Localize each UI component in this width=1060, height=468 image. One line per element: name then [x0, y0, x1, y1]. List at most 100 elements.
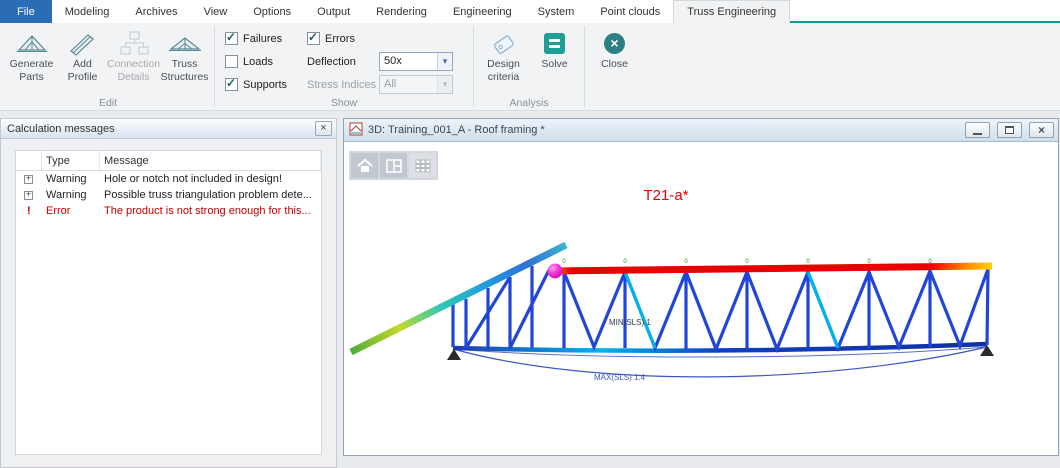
stress-indices-label: Stress Indices: [307, 79, 379, 91]
truss-structures-label: Truss Structures: [159, 58, 210, 83]
min-sls-label: MIN(SLS) 1: [609, 318, 651, 327]
design-criteria-button[interactable]: Design criteria: [478, 25, 529, 83]
message-row-warning-2[interactable]: Warning Possible truss triangulation pro…: [16, 187, 321, 203]
errors-checkbox-row[interactable]: Errors: [307, 27, 467, 50]
solve-label: Solve: [541, 58, 567, 71]
restore-icon: [1005, 126, 1014, 134]
viewport-title: 3D: Training_001_A - Roof framing *: [368, 124, 958, 136]
tab-rendering[interactable]: Rendering: [363, 0, 440, 23]
panel-close-icon[interactable]: [315, 121, 332, 136]
ribbon-group-edit: Generate Parts Add Profile Connection De…: [2, 23, 214, 110]
message-text: The product is not strong enough for thi…: [100, 205, 321, 217]
deflection-label: Deflection: [307, 56, 379, 68]
viewport-canvas[interactable]: 0 0 0 0 0 0 0 T21-a* MIN(SLS) 1 MAX(SLS)…: [344, 142, 1058, 455]
tab-file[interactable]: File: [0, 0, 52, 23]
calculation-messages-panel: Calculation messages Type Message Warnin…: [0, 118, 337, 468]
tab-truss-engineering[interactable]: Truss Engineering: [673, 0, 790, 23]
top-chord: [549, 266, 992, 271]
ribbon-group-show: Failures Loads Supports Errors: [215, 23, 473, 110]
solve-button[interactable]: Solve: [529, 25, 580, 71]
message-text: Possible truss triangulation problem det…: [100, 189, 321, 201]
stress-indices-dropdown[interactable]: All: [379, 75, 453, 94]
failures-checkbox[interactable]: [225, 32, 238, 45]
house-icon: [357, 159, 373, 173]
svg-text:0: 0: [806, 259, 810, 265]
message-row-warning-1[interactable]: Warning Hole or notch not included in de…: [16, 171, 321, 187]
tab-engineering[interactable]: Engineering: [440, 0, 525, 23]
roof-view-button[interactable]: [351, 153, 378, 178]
viewport-icon: [349, 122, 363, 139]
window-restore-button[interactable]: [997, 122, 1022, 138]
3d-view-window: 3D: Training_001_A - Roof framing *: [343, 118, 1059, 456]
messages-panel-titlebar[interactable]: Calculation messages: [1, 119, 336, 139]
connection-details-icon: [118, 28, 150, 58]
menu-tab-bar: File Modeling Archives View Options Outp…: [0, 0, 1060, 23]
truss-3d-model[interactable]: 0 0 0 0 0 0 0 T21-a* MIN(SLS) 1 MAX(SLS)…: [344, 142, 1058, 455]
deflection-value: 50x: [380, 53, 437, 70]
connection-details-button[interactable]: Connection Details: [108, 25, 159, 83]
svg-text:0: 0: [745, 259, 749, 265]
svg-text:0: 0: [684, 259, 688, 265]
failures-checkbox-row[interactable]: Failures: [225, 27, 303, 50]
truss-structures-icon: [169, 28, 201, 58]
selected-node-handle[interactable]: [548, 264, 563, 279]
generate-parts-button[interactable]: Generate Parts: [6, 25, 57, 83]
svg-text:0: 0: [562, 259, 566, 265]
message-row-error[interactable]: Error The product is not strong enough f…: [16, 203, 321, 219]
add-profile-button[interactable]: Add Profile: [57, 25, 108, 83]
close-label: Close: [601, 58, 628, 71]
messages-table-header: Type Message: [16, 151, 321, 171]
group-label-show: Show: [215, 97, 473, 109]
errors-checkbox[interactable]: [307, 32, 320, 45]
loads-checkbox[interactable]: [225, 55, 238, 68]
viewport-toolbar: [349, 151, 438, 180]
grid-view-button[interactable]: [409, 153, 436, 178]
workspace: Calculation messages Type Message Warnin…: [0, 111, 1060, 468]
supports-checkbox-row[interactable]: Supports: [225, 73, 303, 96]
close-icon: [604, 28, 625, 58]
group-label-edit: Edit: [2, 97, 214, 109]
message-text: Hole or notch not included in design!: [100, 173, 321, 185]
messages-panel-body: Type Message Warning Hole or notch not i…: [1, 139, 336, 467]
tab-modeling[interactable]: Modeling: [52, 0, 123, 23]
active-tab-accent-line: [790, 21, 1060, 23]
expand-column-header: [16, 151, 42, 170]
messages-panel-title: Calculation messages: [7, 123, 315, 135]
error-exclamation-icon: [27, 205, 31, 217]
viewport-titlebar[interactable]: 3D: Training_001_A - Roof framing *: [344, 119, 1058, 142]
generate-parts-label: Generate Parts: [6, 58, 57, 83]
grid-icon: [415, 159, 431, 173]
loads-checkbox-row[interactable]: Loads: [225, 50, 303, 73]
tab-options[interactable]: Options: [240, 0, 304, 23]
max-sls-label: MAX(SLS) 1.4: [594, 373, 646, 382]
tab-view[interactable]: View: [191, 0, 241, 23]
message-type: Warning: [42, 189, 100, 201]
tab-system[interactable]: System: [525, 0, 588, 23]
layout-view-button[interactable]: [380, 153, 407, 178]
ribbon-group-close: Close: [585, 23, 644, 110]
errors-label: Errors: [325, 33, 355, 45]
supports-checkbox[interactable]: [225, 78, 238, 91]
stress-indices-field-row: Stress Indices All: [307, 73, 467, 96]
tab-archives[interactable]: Archives: [122, 0, 190, 23]
window-minimize-button[interactable]: [965, 122, 990, 138]
expand-plus-icon[interactable]: [24, 191, 33, 200]
window-close-button[interactable]: [1029, 122, 1054, 138]
message-type: Warning: [42, 173, 100, 185]
tab-point-clouds[interactable]: Point clouds: [587, 0, 673, 23]
deflection-field-row: Deflection 50x: [307, 50, 467, 73]
chevron-down-icon[interactable]: [437, 53, 452, 70]
ribbon-group-analysis: Design criteria Solve Analysis: [474, 23, 584, 110]
minimize-icon: [973, 133, 982, 135]
deflection-dropdown[interactable]: 50x: [379, 52, 453, 71]
solve-icon: [544, 28, 565, 58]
design-criteria-label: Design criteria: [478, 58, 529, 83]
close-icon: [1038, 124, 1045, 137]
tab-output[interactable]: Output: [304, 0, 363, 23]
close-button[interactable]: Close: [589, 25, 640, 71]
type-column-header: Type: [42, 151, 100, 170]
expand-plus-icon[interactable]: [24, 175, 33, 184]
loads-label: Loads: [243, 56, 273, 68]
truss-structures-button[interactable]: Truss Structures: [159, 25, 210, 83]
design-criteria-tag-icon: [491, 28, 517, 58]
